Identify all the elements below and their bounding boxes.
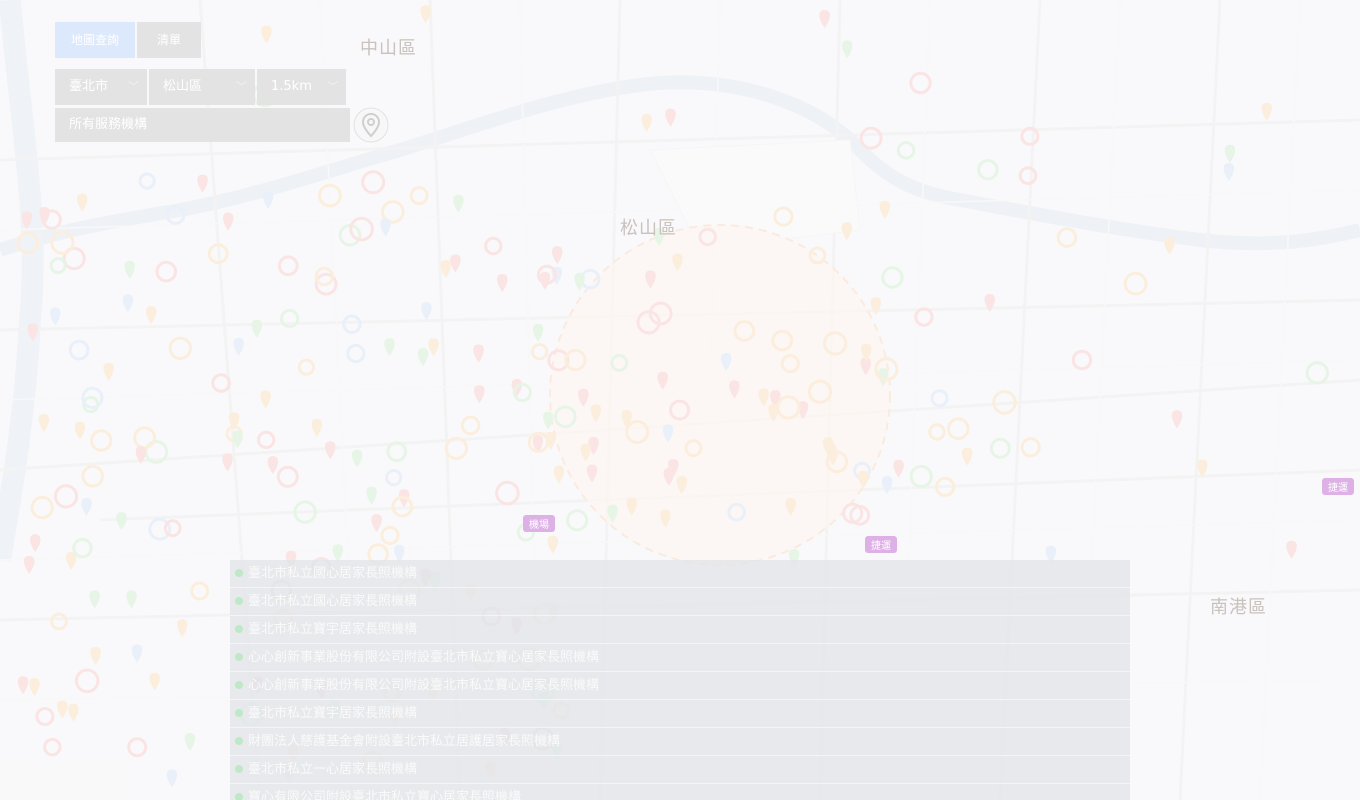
location-pin-icon — [353, 107, 389, 143]
list-item-name: 心心創新事業股份有限公司附設臺北市私立寶心居家長照機構 — [248, 678, 600, 693]
tab-list[interactable]: 清單 — [137, 22, 201, 58]
tab-map-search[interactable]: 地圖查詢 — [55, 22, 135, 58]
green-dot-icon — [235, 737, 243, 745]
service-type-value: 所有服務機構 — [69, 117, 148, 132]
district-label-nangang: 南港區 — [1210, 597, 1267, 618]
transit-badge: 捷運 — [865, 536, 897, 553]
list-item-name: 寶心有限公司附設臺北市私立寶心居家長照機構 — [248, 790, 522, 800]
transit-badge: 機場 — [523, 515, 555, 532]
radius-select-value: 1.5km — [271, 79, 312, 94]
chevron-down-icon: ﹀ — [128, 80, 139, 93]
transit-badge: 捷運 — [1322, 478, 1354, 495]
list-item[interactable]: 寶心有限公司附設臺北市私立寶心居家長照機構 — [230, 784, 1130, 800]
green-dot-icon — [235, 681, 243, 689]
list-item[interactable]: 臺北市私立國心居家長照機構 — [230, 560, 1130, 588]
service-type-select[interactable]: 所有服務機構 — [55, 108, 350, 142]
list-item-name: 財團法人慈護基金會附設臺北市私立居護居家長照機構 — [248, 734, 561, 749]
city-select[interactable]: 臺北市 ﹀ — [55, 69, 147, 105]
list-item-name: 臺北市私立國心居家長照機構 — [248, 594, 418, 609]
green-dot-icon — [235, 793, 243, 800]
locate-button[interactable] — [352, 106, 390, 144]
list-item-name: 臺北市私立寶宇居家長照機構 — [248, 622, 418, 637]
list-item[interactable]: 臺北市私立國心居家長照機構 — [230, 588, 1130, 616]
list-item-name: 臺北市私立寶宇居家長照機構 — [248, 706, 418, 721]
district-select[interactable]: 松山區 ﹀ — [149, 69, 255, 105]
city-select-value: 臺北市 — [69, 79, 109, 94]
list-item[interactable]: 臺北市私立寶宇居家長照機構 — [230, 700, 1130, 728]
list-item[interactable]: 心心創新事業股份有限公司附設臺北市私立寶心居家長照機構 — [230, 672, 1130, 700]
green-dot-icon — [235, 569, 243, 577]
list-item-name: 臺北市私立一心居家長照機構 — [248, 762, 418, 777]
green-dot-icon — [235, 597, 243, 605]
green-dot-icon — [235, 625, 243, 633]
chevron-down-icon: ﹀ — [236, 80, 247, 93]
list-item-name: 臺北市私立國心居家長照機構 — [248, 566, 418, 581]
list-item-name: 心心創新事業股份有限公司附設臺北市私立寶心居家長照機構 — [248, 650, 600, 665]
list-item[interactable]: 臺北市私立寶宇居家長照機構 — [230, 616, 1130, 644]
radius-select[interactable]: 1.5km ﹀ — [257, 69, 346, 105]
green-dot-icon — [235, 653, 243, 661]
district-label-zhongshan: 中山區 — [360, 38, 417, 59]
district-label-songshan: 松山區 — [620, 218, 677, 239]
view-tabs: 地圖查詢 清單 — [55, 22, 201, 58]
list-item[interactable]: 財團法人慈護基金會附設臺北市私立居護居家長照機構 — [230, 728, 1130, 756]
filter-bar: 臺北市 ﹀ 松山區 ﹀ 1.5km ﹀ — [55, 69, 346, 105]
list-item[interactable]: 臺北市私立一心居家長照機構 — [230, 756, 1130, 784]
green-dot-icon — [235, 765, 243, 773]
chevron-down-icon: ﹀ — [327, 80, 338, 93]
green-dot-icon — [235, 709, 243, 717]
district-select-value: 松山區 — [163, 79, 203, 94]
list-item[interactable]: 心心創新事業股份有限公司附設臺北市私立寶心居家長照機構 — [230, 644, 1130, 672]
results-list[interactable]: 臺北市私立國心居家長照機構 臺北市私立國心居家長照機構 臺北市私立寶宇居家長照機… — [230, 560, 1130, 800]
